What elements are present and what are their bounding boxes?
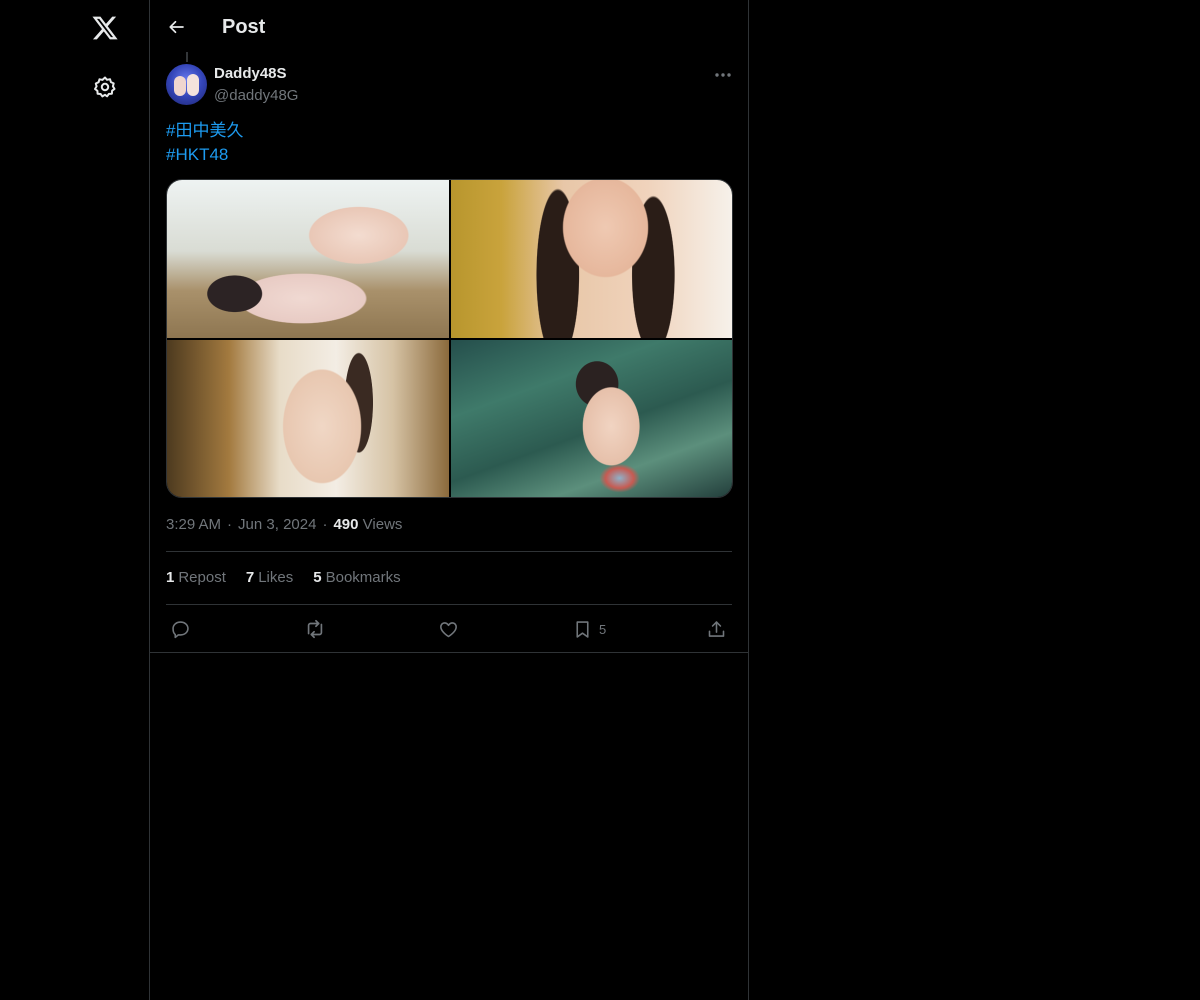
bookmark-count: 5 — [599, 621, 607, 637]
reposts-count: 1 — [166, 569, 175, 586]
post-photo[interactable] — [167, 339, 449, 497]
author-handle[interactable]: @daddy48G — [214, 86, 298, 106]
likes-stat[interactable]: 7 Likes — [246, 567, 293, 589]
post-photo[interactable] — [450, 180, 732, 338]
hashtag-link[interactable]: #田中美久 — [166, 119, 243, 143]
page-header: Post — [150, 0, 748, 53]
avatar-figure — [174, 76, 186, 96]
post-photo[interactable] — [167, 180, 449, 338]
bookmarks-label: Bookmarks — [325, 569, 401, 586]
more-horizontal-icon — [715, 73, 731, 77]
post-time[interactable]: 3:29 AM — [166, 516, 221, 533]
arrow-left-icon — [169, 20, 184, 34]
views-label: Views — [362, 516, 403, 533]
x-logo-icon[interactable] — [85, 8, 125, 48]
reposts-stat[interactable]: 1 Repost — [166, 567, 226, 589]
reposts-label: Repost — [178, 569, 226, 586]
left-nav — [0, 0, 150, 1000]
bookmarks-count: 5 — [313, 569, 322, 586]
divider — [150, 652, 748, 653]
reply-button[interactable] — [170, 617, 191, 641]
divider — [166, 604, 732, 605]
reply-icon — [172, 620, 189, 638]
share-icon — [708, 620, 725, 637]
repost-button[interactable] — [304, 617, 326, 641]
back-button[interactable] — [162, 12, 192, 42]
page-title: Post — [222, 16, 266, 38]
hashtag-link[interactable]: #HKT48 — [166, 143, 228, 167]
thread-connector-line — [186, 52, 188, 62]
avatar[interactable] — [166, 64, 207, 105]
post-metadata: 3:29 AM · Jun 3, 2024 · 490 Views — [166, 514, 402, 536]
likes-count: 7 — [245, 569, 255, 586]
separator: · — [322, 516, 328, 533]
separator: · — [227, 516, 233, 533]
divider — [166, 551, 732, 552]
share-button[interactable] — [706, 617, 727, 641]
media-grid — [166, 179, 733, 498]
author-display-name[interactable]: Daddy48S — [214, 64, 287, 84]
post-date[interactable]: Jun 3, 2024 — [238, 516, 316, 533]
bookmark-icon — [576, 620, 589, 638]
app-root: Post Daddy48S @daddy48G #田中美久 #HKT48 3:2… — [0, 0, 1200, 1000]
bookmark-button[interactable]: 5 — [572, 617, 606, 641]
avatar-figure — [187, 74, 199, 96]
gear-icon[interactable] — [85, 67, 125, 107]
main-column: Post Daddy48S @daddy48G #田中美久 #HKT48 3:2… — [149, 0, 749, 1000]
like-button[interactable] — [438, 617, 459, 641]
bookmarks-stat[interactable]: 5 Bookmarks — [313, 567, 400, 589]
post-photo[interactable] — [450, 339, 732, 497]
more-options-button[interactable] — [710, 64, 736, 86]
repost-icon — [307, 619, 323, 639]
engagement-stats: 1 Repost 7 Likes 5 Bookmarks — [166, 567, 401, 589]
views-count: 490 — [333, 516, 359, 533]
likes-label: Likes — [258, 569, 294, 586]
heart-icon — [440, 621, 457, 637]
